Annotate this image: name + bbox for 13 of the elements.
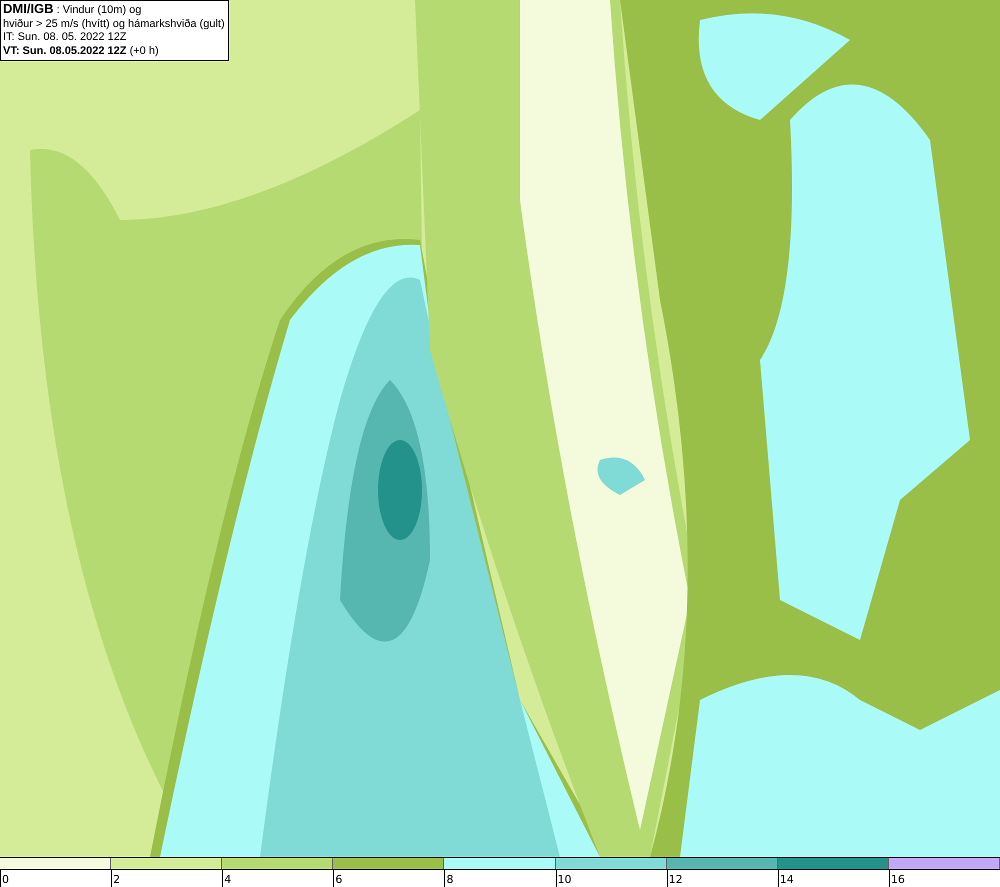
legend-label: 14: [778, 873, 794, 886]
caption-line: DMI/IGB : Vindur (10m) og: [3, 2, 142, 18]
legend-label: 6: [334, 873, 342, 886]
legend-label: 4: [223, 873, 232, 886]
legend-label: 0: [1, 873, 9, 886]
caption-line: VT: Sun. 08.05.2022 12Z (+0 h): [3, 44, 160, 58]
legend-label: 16: [890, 873, 905, 886]
legend-label: 12: [668, 873, 683, 886]
legend-label: 8: [445, 873, 454, 886]
caption-line: IT: Sun. 08. 05. 2022 12Z: [3, 31, 128, 44]
legend-label: 2: [112, 873, 120, 886]
legend-label: 10: [556, 873, 572, 886]
caption-line: hviður > 25 m/s (hvítt) og hámarkshviða (gult): [3, 18, 225, 31]
